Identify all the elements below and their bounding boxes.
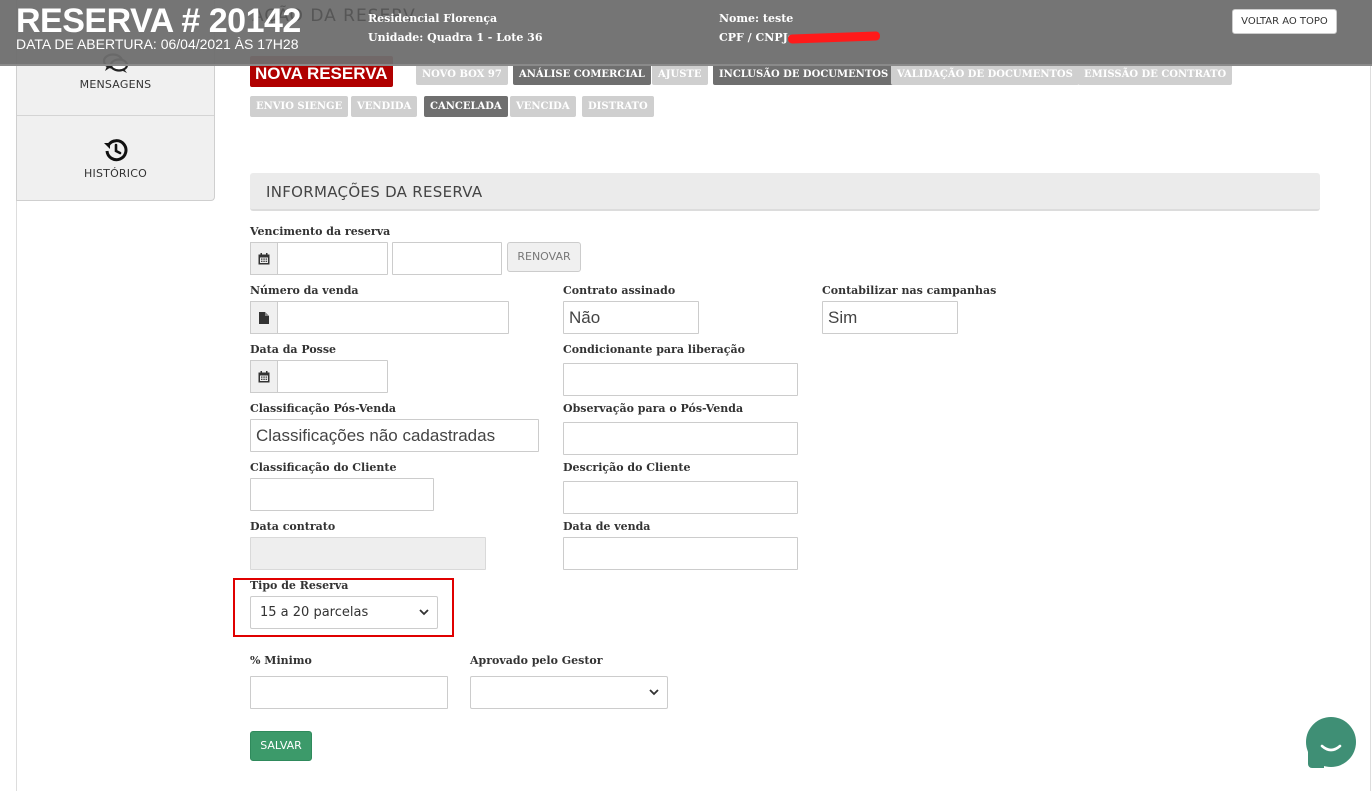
tipo-reserva-select[interactable]: 15 a 20 parcelas (250, 596, 438, 629)
condicionante-input[interactable] (563, 363, 798, 396)
calendar-addon (250, 242, 278, 275)
condicionante-label: Condicionante para liberação (563, 343, 745, 356)
status-tag-novo-box[interactable]: NOVO BOX 97 (416, 64, 508, 85)
classificacao-pos-venda-field[interactable]: Classificações não cadastradas (250, 419, 539, 452)
document-addon (250, 301, 278, 334)
classificacao-pos-venda-label: Classificação Pós-Venda (250, 402, 397, 415)
chevron-down-icon (419, 609, 429, 616)
opening-date: DATA DE ABERTURA: 06/04/2021 ÀS 17H28 (16, 36, 299, 52)
status-tag-vendida[interactable]: VENDIDA (351, 96, 418, 117)
aprovado-gestor-label: Aprovado pelo Gestor (470, 654, 603, 667)
project-name: Residencial Florença (368, 12, 498, 25)
page-frame-right (1370, 0, 1371, 791)
calendar-icon (258, 252, 270, 264)
status-tag-analise-comercial[interactable]: ANÁLISE COMERCIAL (513, 64, 651, 85)
sidebar-item-label: HISTÓRICO (84, 167, 147, 180)
tipo-reserva-selected-value: 15 a 20 parcelas (260, 605, 369, 620)
classificacao-cliente-input[interactable] (250, 478, 434, 511)
sidebar-item-label: MENSAGENS (79, 78, 152, 91)
client-document-label: CPF / CNPJ: (719, 31, 792, 44)
section-title: INFORMAÇÕES DA RESERVA (266, 183, 483, 201)
section-header: INFORMAÇÕES DA RESERVA (250, 173, 1320, 211)
chat-widget-icon (1320, 744, 1342, 752)
unit-info: Unidade: Quadra 1 - Lote 36 (368, 31, 543, 44)
aprovado-gestor-select[interactable] (470, 676, 668, 709)
status-tag-validacao-documentos[interactable]: VALIDAÇÃO DE DOCUMENTOS (891, 64, 1079, 85)
observacao-pos-venda-input[interactable] (563, 422, 798, 455)
data-contrato-input (250, 537, 486, 570)
file-icon (259, 311, 269, 324)
back-to-top-button[interactable]: VOLTAR AO TOPO (1232, 9, 1337, 34)
contabilizar-label: Contabilizar nas campanhas (822, 284, 997, 297)
data-contrato-label: Data contrato (250, 520, 336, 533)
status-tag-ajuste[interactable]: AJUSTE (652, 64, 708, 85)
percentual-minimo-input[interactable] (250, 676, 448, 709)
percentual-minimo-label: % Minimo (250, 654, 312, 667)
vencimento-date-input[interactable] (277, 242, 388, 275)
contrato-assinado-field[interactable]: Não (563, 301, 699, 334)
data-posse-input[interactable] (277, 360, 388, 393)
sidebar-item-history[interactable]: HISTÓRICO (17, 117, 214, 200)
data-venda-input[interactable] (563, 537, 798, 570)
client-name: Nome: teste (719, 12, 794, 25)
calendar-icon (258, 370, 270, 382)
vencimento-time-input[interactable] (392, 242, 502, 275)
status-tag-vencida[interactable]: VENCIDA (510, 96, 576, 117)
status-tag-emissao-contrato[interactable]: EMISSÃO DE CONTRATO (1078, 64, 1233, 85)
status-tag-envio-sienge[interactable]: ENVIO SIENGE (250, 96, 349, 117)
contrato-assinado-label: Contrato assinado (563, 284, 676, 297)
classificacao-cliente-label: Classificação do Cliente (250, 461, 397, 474)
numero-venda-label: Número da venda (250, 284, 359, 297)
numero-venda-input[interactable] (277, 301, 509, 334)
history-clock-icon (103, 139, 127, 162)
status-tag-distrato[interactable]: DISTRATO (582, 96, 654, 117)
status-tag-cancelada[interactable]: CANCELADA (424, 96, 508, 117)
descricao-cliente-label: Descrição do Cliente (563, 461, 691, 474)
observacao-pos-venda-label: Observação para o Pós-Venda (563, 402, 744, 415)
chevron-down-icon (649, 689, 659, 696)
data-venda-label: Data de venda (563, 520, 651, 533)
status-tag-inclusao-documentos[interactable]: INCLUSÃO DE DOCUMENTOS (713, 64, 895, 85)
descricao-cliente-input[interactable] (563, 481, 798, 514)
tipo-reserva-label: Tipo de Reserva (250, 579, 349, 592)
vencimento-label: Vencimento da reserva (250, 225, 391, 238)
renovar-button[interactable]: RENOVAR (507, 242, 581, 272)
calendar-addon (250, 360, 278, 393)
salvar-button[interactable]: SALVAR (250, 731, 312, 761)
contabilizar-field[interactable]: Sim (822, 301, 958, 334)
chat-widget-button[interactable] (1306, 717, 1356, 768)
data-posse-label: Data da Posse (250, 343, 337, 356)
